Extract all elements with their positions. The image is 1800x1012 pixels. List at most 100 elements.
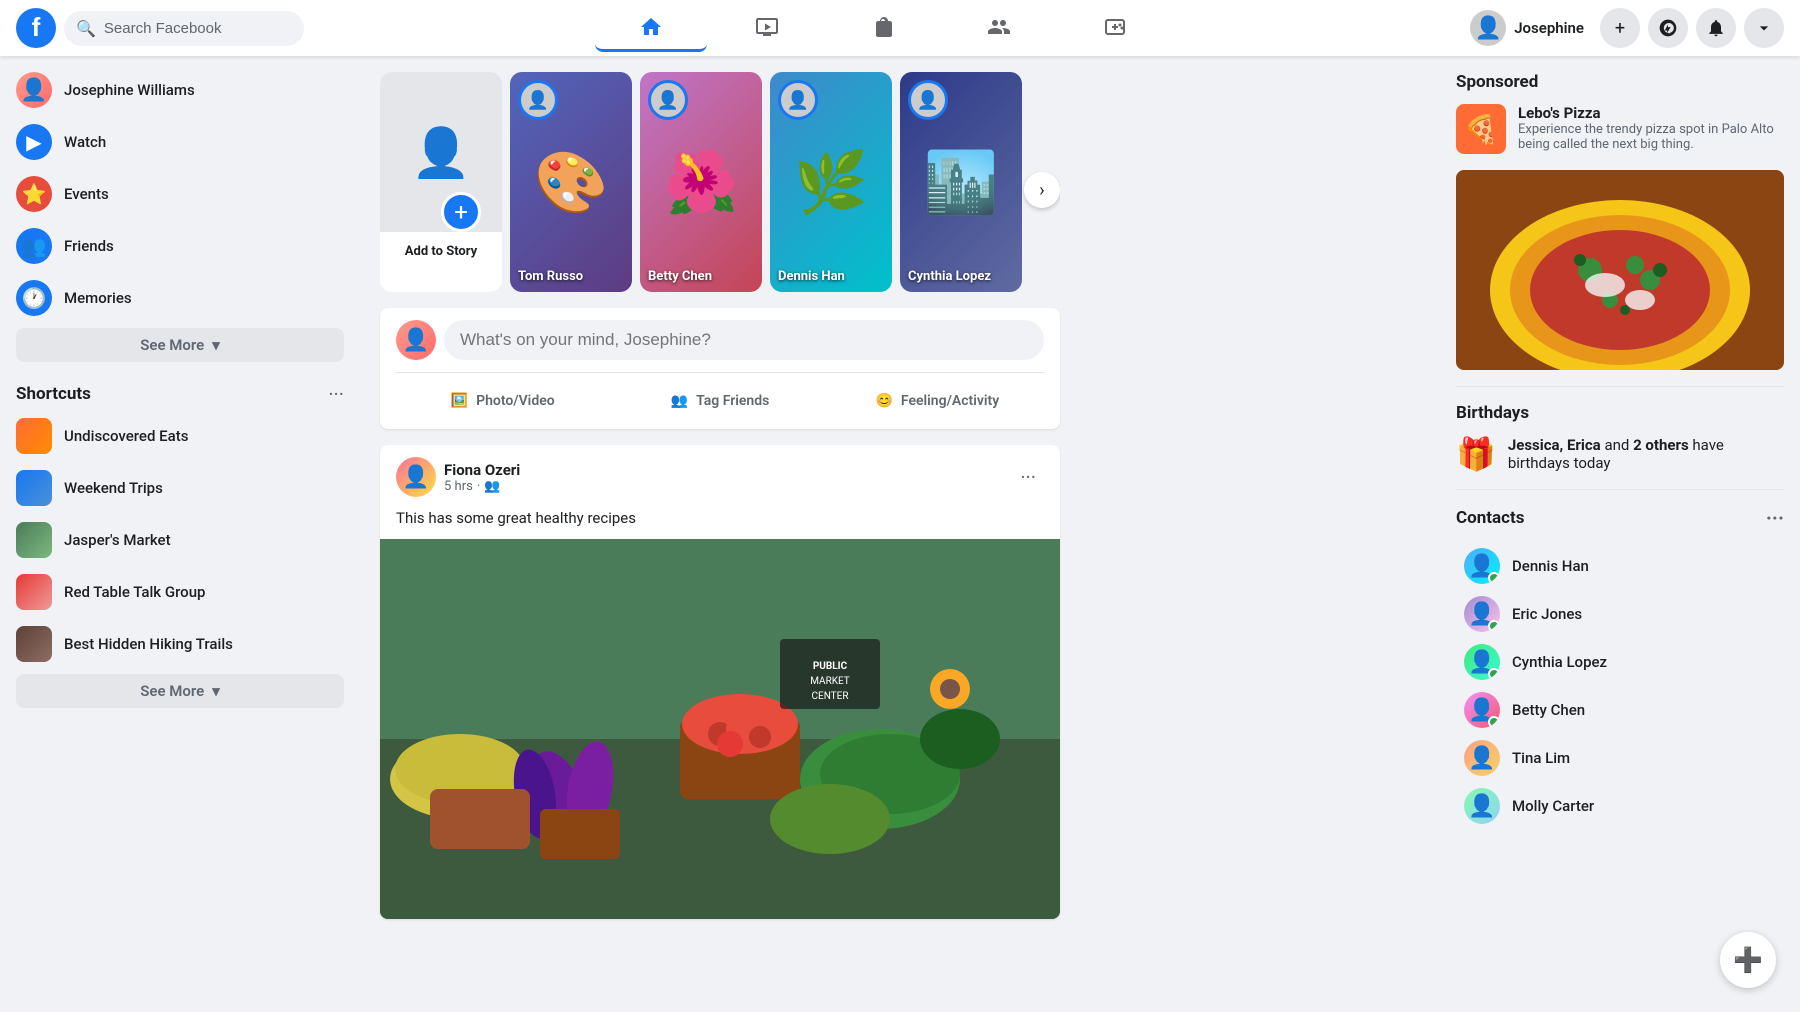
facebook-logo[interactable]: f [16, 8, 56, 48]
menu-button[interactable] [1744, 8, 1784, 48]
contact-dennis-han[interactable]: 👤 Dennis Han [1456, 542, 1784, 590]
composer-feeling[interactable]: 😊 Feeling/Activity [831, 385, 1044, 417]
birthday-names: Jessica, Erica and 2 others have birthda… [1508, 436, 1724, 472]
composer-photo-video[interactable]: 🖼️ Photo/Video [396, 385, 609, 417]
story-cynthia-lopez[interactable]: 👤 Cynthia Lopez 🏙️ [900, 72, 1022, 292]
contact-avatar-betty: 👤 [1464, 692, 1500, 728]
shortcut-weekend-trips-img [16, 470, 52, 506]
photo-video-icon: 🖼️ [451, 393, 468, 409]
events-icon: ⭐ [16, 176, 52, 212]
sponsor-name[interactable]: Lebo's Pizza [1518, 104, 1784, 122]
add-story-card[interactable]: 👤 + Add to Story [380, 72, 502, 292]
composer-actions: 🖼️ Photo/Video 👥 Tag Friends 😊 Feeling/A… [396, 372, 1044, 417]
shortcut-red-table-talk[interactable]: Red Table Talk Group [8, 566, 352, 618]
contact-betty-chen[interactable]: 👤 Betty Chen [1456, 686, 1784, 734]
nav-right: 👤 Josephine + [1462, 6, 1784, 50]
story-dennis-han[interactable]: 👤 Dennis Han 🌿 [770, 72, 892, 292]
see-more-button[interactable]: See More ▾ [16, 328, 344, 362]
contact-avatar-tina: 👤 [1464, 740, 1500, 776]
sponsored-item: 🍕 Lebo's Pizza Experience the trendy piz… [1456, 104, 1784, 154]
sidebar-user-profile[interactable]: 👤 Josephine Williams [8, 64, 352, 116]
sidebar-item-friends[interactable]: 👥 Friends [8, 220, 352, 272]
sidebar-memories-label: Memories [64, 289, 132, 307]
contact-avatar-cynthia: 👤 [1464, 644, 1500, 680]
svg-text:CENTER: CENTER [812, 691, 849, 702]
main-layout: 👤 Josephine Williams ▶ Watch ⭐ Events 👥 … [0, 0, 1800, 1012]
online-indicator-eric [1488, 620, 1500, 632]
feeling-label: Feeling/Activity [901, 393, 999, 409]
composer-tag-friends[interactable]: 👥 Tag Friends [613, 385, 826, 417]
search-bar[interactable]: 🔍 [64, 11, 304, 46]
sponsor-icon: 🍕 [1464, 113, 1499, 146]
sidebar-username: Josephine Williams [64, 81, 195, 99]
shortcuts-label: Shortcuts [16, 384, 91, 404]
memories-icon: 🕐 [16, 280, 52, 316]
post-username: Fiona Ozeri [444, 461, 520, 479]
feeling-icon: 😊 [875, 393, 892, 409]
center-feed: 👤 + Add to Story 👤 Tom Russo 🎨 [380, 56, 1060, 951]
post-card-fiona: 👤 Fiona Ozeri 5 hrs · 👥 ··· This has som… [380, 445, 1060, 919]
user-profile-pill[interactable]: 👤 Josephine [1462, 6, 1592, 50]
sidebar-item-memories[interactable]: 🕐 Memories [8, 272, 352, 324]
contact-tina-lim[interactable]: 👤 Tina Lim [1456, 734, 1784, 782]
post-header: 👤 Fiona Ozeri 5 hrs · 👥 ··· [380, 445, 1060, 497]
contact-cynthia-lopez[interactable]: 👤 Cynthia Lopez [1456, 638, 1784, 686]
friends-icon: 👥 [16, 228, 52, 264]
nav-tab-marketplace[interactable] [827, 4, 939, 52]
shortcut-hiking-trails[interactable]: Best Hidden Hiking Trails [8, 618, 352, 670]
nav-tab-home[interactable] [595, 4, 707, 52]
messenger-button[interactable] [1648, 8, 1688, 48]
post-more-button[interactable]: ··· [1012, 457, 1044, 497]
nav-tab-watch[interactable] [711, 4, 823, 52]
divider-2 [1456, 489, 1784, 490]
birthday-text: Jessica, Erica and 2 others have birthda… [1508, 436, 1784, 472]
contact-avatar-molly: 👤 [1464, 788, 1500, 824]
new-chat-button[interactable]: ➕ [1720, 932, 1776, 988]
post-separator: · [477, 479, 480, 494]
tag-friends-icon: 👥 [671, 393, 688, 409]
sidebar-item-events[interactable]: ⭐ Events [8, 168, 352, 220]
contact-name-molly: Molly Carter [1512, 797, 1594, 815]
contacts-section: Contacts ··· 👤 Dennis Han 👤 Eric Jones [1456, 506, 1784, 830]
shortcut-hiking-trails-label: Best Hidden Hiking Trails [64, 635, 233, 653]
sponsor-image[interactable] [1456, 170, 1784, 370]
contact-avatar-dennis: 👤 [1464, 548, 1500, 584]
composer-input[interactable] [444, 320, 1044, 360]
shortcuts-header: Shortcuts ··· [8, 366, 352, 410]
post-composer: 👤 🖼️ Photo/Video 👥 Tag Friends 😊 Feeling… [380, 308, 1060, 429]
birthday-icon: 🎁 [1456, 435, 1496, 473]
shortcuts-more-icon[interactable]: ··· [328, 382, 344, 406]
nav-tab-groups[interactable] [943, 4, 1055, 52]
username-label: Josephine [1514, 19, 1584, 37]
post-user-details: Fiona Ozeri 5 hrs · 👥 [444, 461, 520, 494]
add-button[interactable]: + [1600, 8, 1640, 48]
online-indicator-dennis [1488, 572, 1500, 584]
divider-1 [1456, 386, 1784, 387]
nav-tabs [312, 4, 1454, 52]
shortcut-jaspers-market[interactable]: Jasper's Market [8, 514, 352, 566]
sidebar-item-watch[interactable]: ▶ Watch [8, 116, 352, 168]
contacts-more-icon[interactable]: ··· [1766, 506, 1784, 530]
online-indicator-cynthia [1488, 668, 1500, 680]
post-user-avatar[interactable]: 👤 [396, 457, 436, 497]
new-chat-icon: ➕ [1733, 946, 1763, 974]
stories-next-button[interactable]: › [1024, 172, 1060, 208]
shortcut-undiscovered-eats[interactable]: Undiscovered Eats [8, 410, 352, 462]
shortcut-weekend-trips[interactable]: Weekend Trips [8, 462, 352, 514]
shortcut-undiscovered-eats-label: Undiscovered Eats [64, 427, 188, 445]
sponsor-logo: 🍕 [1456, 104, 1506, 154]
watch-icon: ▶ [16, 124, 52, 160]
story-betty-chen[interactable]: 👤 Betty Chen 🌺 [640, 72, 762, 292]
see-more-shortcuts-button[interactable]: See More ▾ [16, 674, 344, 708]
nav-tab-gaming[interactable] [1059, 4, 1171, 52]
story-tom-russo[interactable]: 👤 Tom Russo 🎨 [510, 72, 632, 292]
contact-eric-jones[interactable]: 👤 Eric Jones [1456, 590, 1784, 638]
contact-name-betty: Betty Chen [1512, 701, 1585, 719]
online-indicator-betty [1488, 716, 1500, 728]
contact-molly-carter[interactable]: 👤 Molly Carter [1456, 782, 1784, 830]
sponsor-text: Lebo's Pizza Experience the trendy pizza… [1518, 104, 1784, 154]
notifications-button[interactable] [1696, 8, 1736, 48]
search-input[interactable] [104, 20, 292, 37]
left-sidebar: 👤 Josephine Williams ▶ Watch ⭐ Events 👥 … [0, 56, 360, 1012]
shortcut-undiscovered-eats-img [16, 418, 52, 454]
